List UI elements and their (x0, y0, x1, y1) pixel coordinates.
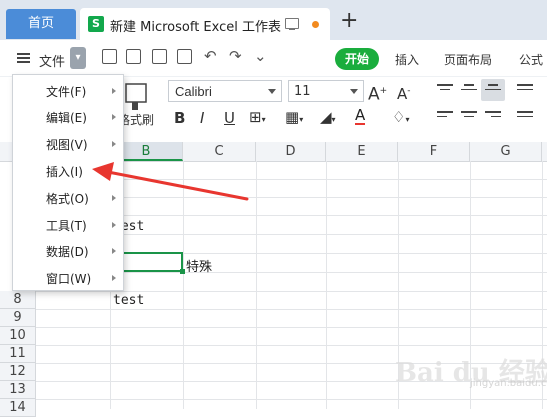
decrease-font-icon[interactable]: A- (397, 82, 411, 103)
row-header-10[interactable]: 10 (0, 327, 36, 345)
wrap-icon[interactable] (517, 84, 533, 96)
menu-item-file[interactable]: 文件(F) (13, 77, 123, 103)
align-bottom-icon[interactable] (485, 84, 501, 96)
row-header-12[interactable]: 12 (0, 363, 36, 381)
font-name-value: Calibri (175, 84, 212, 99)
chevron-right-icon (112, 275, 116, 281)
column-header-c[interactable]: C (183, 142, 256, 161)
row-header-9[interactable]: 9 (0, 309, 36, 327)
row-header-8[interactable]: 8 (0, 291, 36, 309)
chevron-right-icon (112, 222, 116, 228)
tab-start[interactable]: 开始 (335, 48, 379, 70)
main-menu-dropdown: 文件(F) 编辑(E) 视图(V) 插入(I) 格式(O) 工具(T) 数据(D… (12, 74, 124, 291)
underline-button[interactable]: U (224, 109, 235, 127)
align-top-icon[interactable] (437, 84, 453, 96)
increase-font-icon[interactable]: A+ (368, 82, 387, 104)
export-pdf-icon[interactable] (126, 49, 141, 64)
file-menu-label: 文件 (39, 55, 66, 70)
quick-access-more-icon[interactable]: ⌄ (254, 48, 267, 64)
menu-item-format[interactable]: 格式(O) (13, 184, 123, 210)
italic-button[interactable]: I (200, 109, 204, 127)
fill-color-icon[interactable]: ◢▾ (320, 108, 336, 129)
bold-button[interactable]: B (174, 109, 185, 127)
font-size-select[interactable]: 11 (288, 80, 364, 102)
spreadsheet-icon: S (88, 16, 104, 32)
tab-formula[interactable]: 公式 (519, 51, 543, 68)
row-header-14[interactable]: 14 (0, 399, 36, 417)
border-icon[interactable]: ⊞▾ (249, 108, 266, 129)
menu-item-window[interactable]: 窗口(W) (13, 264, 123, 290)
menu-item-label: 格式(O) (46, 192, 89, 206)
chevron-right-icon (112, 195, 116, 201)
new-tab-button[interactable]: + (340, 10, 358, 32)
menu-item-label: 视图(V) (46, 138, 88, 152)
menu-item-label: 文件(F) (46, 85, 87, 99)
font-color-icon[interactable]: A (355, 108, 366, 125)
tab-page-layout[interactable]: 页面布局 (444, 51, 492, 68)
print-icon[interactable] (152, 49, 167, 64)
menu-item-data[interactable]: 数据(D) (13, 237, 123, 263)
cell-style-icon[interactable]: ▦▾ (285, 108, 303, 129)
row-header-13[interactable]: 13 (0, 381, 36, 399)
column-header-e[interactable]: E (326, 142, 398, 161)
menu-item-label: 编辑(E) (46, 111, 87, 125)
document-title: 新建 Microsoft Excel 工作表 (110, 20, 281, 35)
tab-document[interactable]: S 新建 Microsoft Excel 工作表 (80, 8, 330, 40)
print-preview-icon[interactable] (177, 49, 192, 64)
hamburger-icon (17, 53, 30, 63)
menu-dropdown-toggle[interactable]: ▾ (70, 47, 86, 69)
column-header-d[interactable]: D (256, 142, 326, 161)
justify-icon[interactable] (517, 111, 533, 123)
menu-item-label: 数据(D) (46, 245, 89, 259)
unsaved-dot-icon (312, 21, 319, 28)
chevron-down-icon (350, 89, 358, 94)
monitor-icon[interactable] (285, 18, 299, 30)
menu-item-label: 工具(T) (46, 219, 87, 233)
align-right-icon[interactable] (485, 111, 501, 123)
align-center-icon[interactable] (461, 111, 477, 123)
menu-item-edit[interactable]: 编辑(E) (13, 103, 123, 129)
chevron-right-icon (112, 141, 116, 147)
tab-insert[interactable]: 插入 (395, 51, 419, 68)
menu-item-insert[interactable]: 插入(I) (13, 157, 123, 183)
undo-icon[interactable]: ↶ (204, 48, 217, 64)
row-header-11[interactable]: 11 (0, 345, 36, 363)
font-name-select[interactable]: Calibri (168, 80, 282, 102)
align-middle-icon[interactable] (461, 84, 477, 96)
cell-c6[interactable]: 特殊 (186, 256, 212, 275)
menu-item-tools[interactable]: 工具(T) (13, 211, 123, 237)
redo-icon[interactable]: ↷ (229, 48, 242, 64)
watermark-url: jingyan.baidu.com (470, 378, 547, 389)
cell-b8[interactable]: test (113, 293, 144, 308)
chevron-right-icon (112, 114, 116, 120)
chevron-right-icon (112, 88, 116, 94)
column-header-g[interactable]: G (470, 142, 542, 161)
font-size-value: 11 (294, 84, 311, 99)
menu-item-label: 插入(I) (46, 165, 83, 179)
eraser-icon[interactable]: ♢▾ (392, 108, 409, 129)
column-header-f[interactable]: F (398, 142, 470, 161)
menu-item-label: 窗口(W) (46, 272, 92, 286)
chevron-down-icon (268, 89, 276, 94)
chevron-right-icon (112, 248, 116, 254)
align-left-icon[interactable] (437, 111, 453, 123)
menu-item-view[interactable]: 视图(V) (13, 130, 123, 156)
tab-home[interactable]: 首页 (6, 9, 76, 39)
save-icon[interactable] (102, 49, 117, 64)
window-tab-bar: 首页 S 新建 Microsoft Excel 工作表 + (0, 0, 547, 40)
